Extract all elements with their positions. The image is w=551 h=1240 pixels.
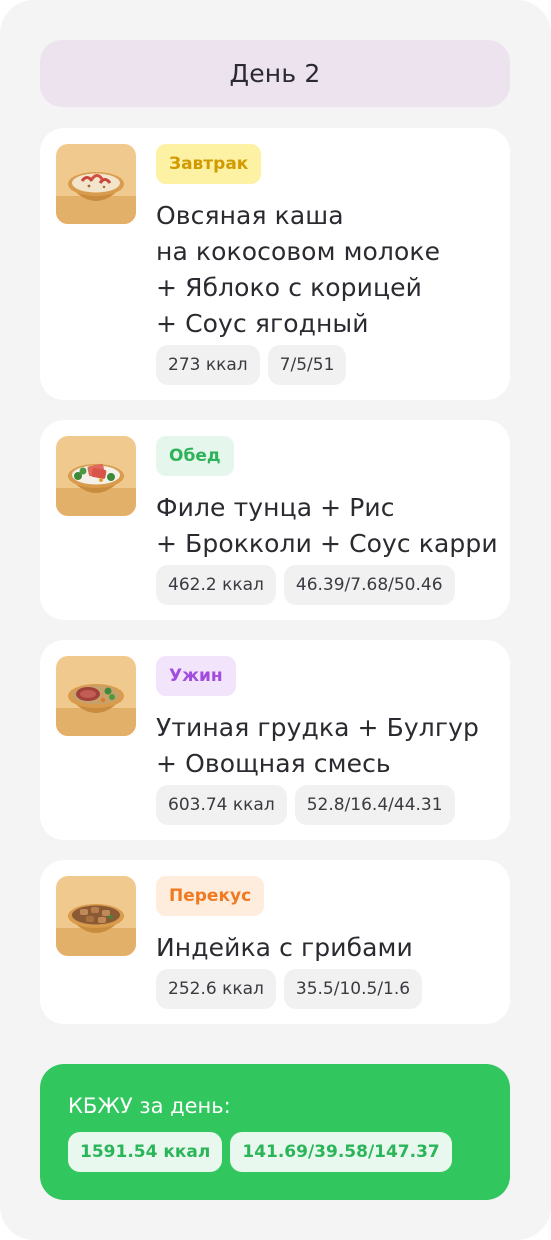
summary-nutrition: 1591.54 ккал 141.69/39.58/147.37 — [68, 1132, 452, 1172]
meal-card-breakfast[interactable]: Завтрак Овсяная каша на кокосовом молоке… — [40, 128, 510, 400]
tuna-rice-bowl-photo — [56, 436, 136, 516]
meal-tag-snack: Перекус — [156, 876, 265, 916]
turkey-mushroom-bowl-photo — [56, 876, 136, 956]
meal-tag-dinner: Ужин — [156, 656, 236, 696]
macros-chip: 52.8/16.4/44.31 — [294, 785, 455, 825]
kcal-chip: 462.2 ккал — [156, 565, 276, 605]
oatmeal-bowl-photo — [56, 144, 136, 224]
meal-nutrition: 462.2 ккал 46.39/7.68/50.46 — [156, 565, 455, 605]
total-macros-chip: 141.69/39.58/147.37 — [230, 1132, 452, 1172]
kcal-chip: 273 ккал — [156, 345, 260, 385]
meal-nutrition: 273 ккал 7/5/51 — [156, 345, 347, 385]
total-kcal-chip: 1591.54 ккал — [68, 1132, 223, 1172]
daily-summary: КБЖУ за день: 1591.54 ккал 141.69/39.58/… — [40, 1064, 510, 1200]
duck-bulgur-bowl-photo — [56, 656, 136, 736]
meal-card-lunch[interactable]: Обед Филе тунца + Рис + Брокколи + Соус … — [40, 420, 510, 620]
meal-nutrition: 603.74 ккал 52.8/16.4/44.31 — [156, 785, 455, 825]
kcal-chip: 252.6 ккал — [156, 969, 276, 1009]
summary-title: КБЖУ за день: — [68, 1094, 231, 1118]
meal-title: Индейка с грибами — [156, 933, 413, 962]
meal-tag-lunch: Обед — [156, 436, 234, 476]
day-title: День 2 — [40, 40, 510, 107]
macros-chip: 35.5/10.5/1.6 — [283, 969, 423, 1009]
meal-title: Филе тунца + Рис + Брокколи + Соус карри — [156, 493, 498, 558]
macros-chip: 7/5/51 — [267, 345, 347, 385]
meal-tag-breakfast: Завтрак — [156, 144, 262, 184]
meal-card-dinner[interactable]: Ужин Утиная грудка + Булгур + Овощная см… — [40, 640, 510, 840]
meal-nutrition: 252.6 ккал 35.5/10.5/1.6 — [156, 969, 423, 1009]
meal-card-snack[interactable]: Перекус Индейка с грибами 252.6 ккал 35.… — [40, 860, 510, 1024]
kcal-chip: 603.74 ккал — [156, 785, 287, 825]
meal-title: Утиная грудка + Булгур + Овощная смесь — [156, 713, 479, 778]
meal-day-panel: День 2 Завтрак Овсяная каша на кокосовом… — [0, 0, 551, 1240]
macros-chip: 46.39/7.68/50.46 — [283, 565, 455, 605]
meal-title: Овсяная каша на кокосовом молоке + Яблок… — [156, 201, 441, 338]
